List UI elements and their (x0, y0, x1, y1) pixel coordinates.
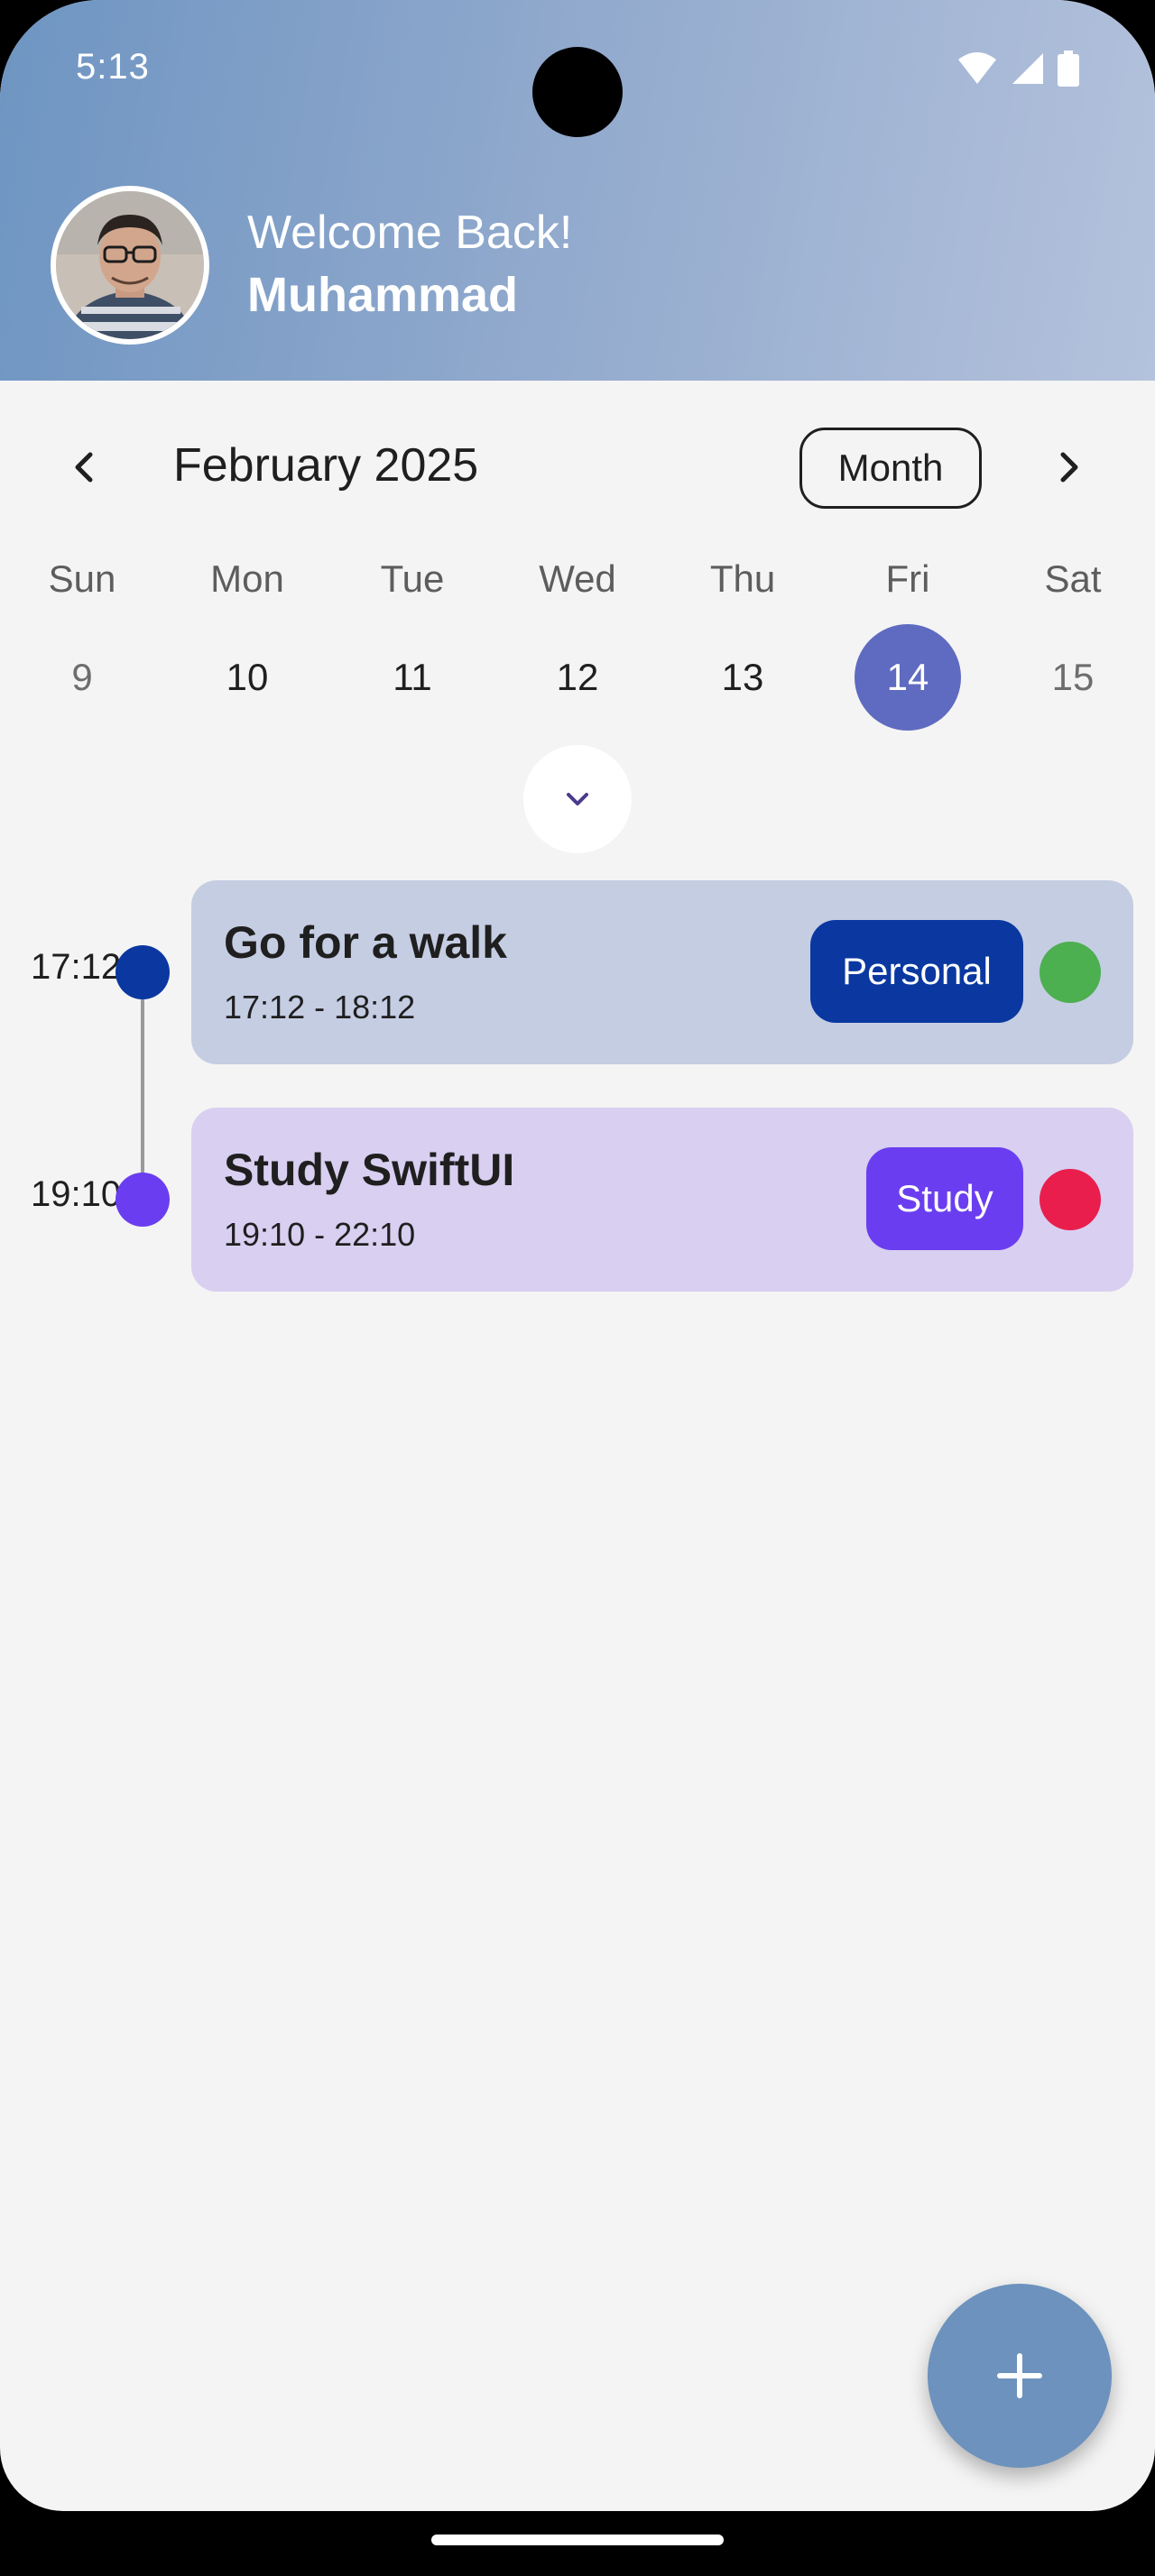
status-icons (956, 51, 1079, 87)
day-fri[interactable]: Fri 14 (836, 552, 980, 732)
timeline-time: 17:12 (31, 947, 122, 987)
event-status-dot (1040, 942, 1101, 1003)
day-tue[interactable]: Tue 11 (340, 552, 485, 732)
event-tag[interactable]: Personal (810, 920, 1023, 1023)
event-time-range: 19:10 - 22:10 (224, 1216, 416, 1253)
expand-calendar-button[interactable] (523, 745, 632, 853)
battery-icon (1058, 51, 1079, 87)
day-of-week: Mon (210, 557, 284, 600)
avatar[interactable] (51, 186, 209, 345)
plus-icon (997, 2353, 1042, 2398)
timeline-connector (141, 971, 144, 1200)
day-of-week: Fri (885, 557, 930, 600)
timeline-dot (116, 945, 170, 999)
day-of-week: Thu (709, 557, 776, 600)
week-strip: Sun 9 Mon 10 Tue 11 Wed 12 Thu 13 Fri 14… (0, 552, 1155, 732)
timeline-time: 19:10 (31, 1174, 122, 1214)
wifi-icon (958, 52, 996, 84)
chevron-left-icon (75, 452, 93, 483)
chevron-right-icon (1060, 452, 1078, 483)
day-number[interactable]: 11 (359, 624, 466, 731)
chevron-down-icon (567, 793, 588, 805)
event-time-range: 17:12 - 18:12 (224, 989, 416, 1026)
view-mode-toggle[interactable]: Month (799, 428, 982, 509)
event-status-dot (1040, 1169, 1101, 1230)
cellular-signal-icon (1012, 53, 1043, 84)
day-sun[interactable]: Sun 9 (10, 552, 154, 732)
home-indicator[interactable] (431, 2535, 724, 2545)
selected-day-number[interactable]: 14 (855, 624, 961, 731)
day-number[interactable]: 9 (29, 624, 135, 731)
day-of-week: Wed (539, 557, 616, 600)
app-screen: 5:13 Welcome Back! Muhammad February 202… (0, 0, 1155, 2511)
day-number[interactable]: 15 (1020, 624, 1126, 731)
event-title: Study SwiftUI (224, 1145, 515, 1195)
status-time: 5:13 (76, 47, 150, 87)
day-of-week: Sat (1044, 557, 1102, 600)
event-title: Go for a walk (224, 917, 507, 968)
next-month-button[interactable] (1041, 440, 1095, 494)
day-of-week: Tue (380, 557, 445, 600)
day-number[interactable]: 10 (194, 624, 300, 731)
event-card[interactable]: Go for a walk 17:12 - 18:12 Personal (191, 880, 1133, 1064)
add-event-button[interactable] (928, 2284, 1112, 2468)
event-card[interactable]: Study SwiftUI 19:10 - 22:10 Study (191, 1108, 1133, 1292)
day-mon[interactable]: Mon 10 (175, 552, 319, 732)
username: Muhammad (247, 268, 519, 322)
day-thu[interactable]: Thu 13 (670, 552, 815, 732)
day-sat[interactable]: Sat 15 (1001, 552, 1145, 732)
day-wed[interactable]: Wed 12 (505, 552, 650, 732)
day-number[interactable]: 13 (689, 624, 796, 731)
prev-month-button[interactable] (58, 440, 112, 494)
month-label: February 2025 (173, 439, 479, 492)
welcome-text: Welcome Back! (247, 207, 573, 259)
timeline-dot (116, 1173, 170, 1227)
event-tag[interactable]: Study (866, 1147, 1023, 1250)
day-number[interactable]: 12 (524, 624, 631, 731)
camera-cutout (532, 47, 623, 137)
header: 5:13 Welcome Back! Muhammad (0, 0, 1155, 381)
day-of-week: Sun (48, 557, 116, 600)
user-avatar-photo (56, 191, 204, 339)
